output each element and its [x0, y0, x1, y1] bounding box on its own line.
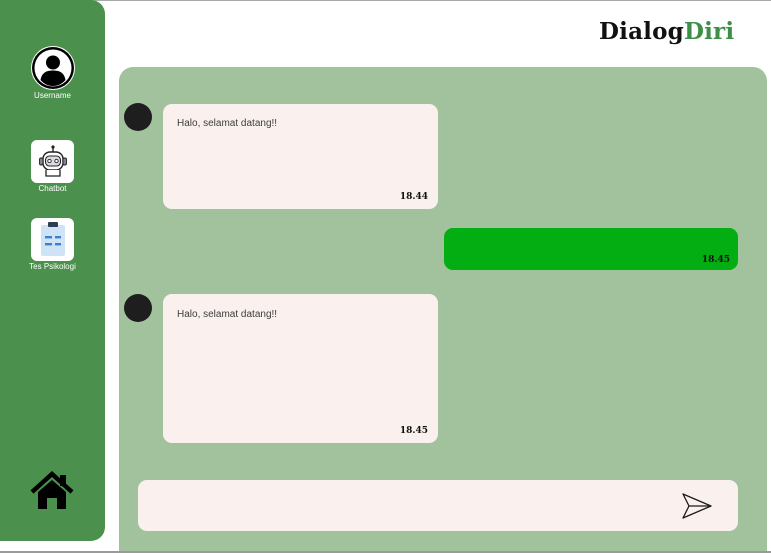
profile-username-label: Username	[34, 91, 71, 100]
profile-button[interactable]: Username	[0, 46, 105, 100]
bot-message-bubble: Halo, selamat datang!! 18.44	[163, 104, 438, 209]
chatbot-tile	[31, 140, 74, 183]
sidebar-item-label: Tes Psikologi	[29, 262, 76, 271]
robot-icon	[38, 144, 67, 177]
message-input[interactable]	[152, 490, 676, 523]
tes-psikologi-tile	[31, 218, 74, 261]
message-composer	[138, 480, 738, 531]
sidebar-item-label: Chatbot	[38, 184, 67, 193]
bot-avatar	[124, 294, 152, 322]
sidebar-item-chatbot[interactable]: Chatbot	[0, 140, 105, 193]
logo-text-dialog: Dialog	[599, 18, 684, 45]
send-button[interactable]	[681, 491, 713, 521]
app-logo: DialogDiri	[599, 18, 734, 45]
message-text: Halo, selamat datang!!	[177, 309, 278, 320]
clipboard-icon	[40, 221, 65, 256]
home-button[interactable]	[29, 470, 75, 512]
send-icon	[682, 493, 712, 519]
sidebar-item-tes-psikologi[interactable]: Tes Psikologi	[0, 218, 105, 271]
message-time: 18.45	[701, 255, 730, 265]
sidebar: Username Chatbot Tes Psikologi	[0, 0, 105, 541]
logo-text-diri: Diri	[683, 18, 735, 45]
bot-avatar	[124, 103, 152, 131]
user-message-bubble: 18.45	[444, 228, 738, 270]
user-avatar-icon	[30, 46, 75, 90]
top-border	[0, 0, 771, 1]
message-time: 18.44	[399, 192, 428, 202]
message-text: Halo, selamat datang!!	[177, 118, 278, 129]
message-time: 18.45	[399, 426, 428, 436]
bot-message-bubble: Halo, selamat datang!! 18.45	[163, 294, 438, 443]
home-icon	[30, 471, 74, 509]
